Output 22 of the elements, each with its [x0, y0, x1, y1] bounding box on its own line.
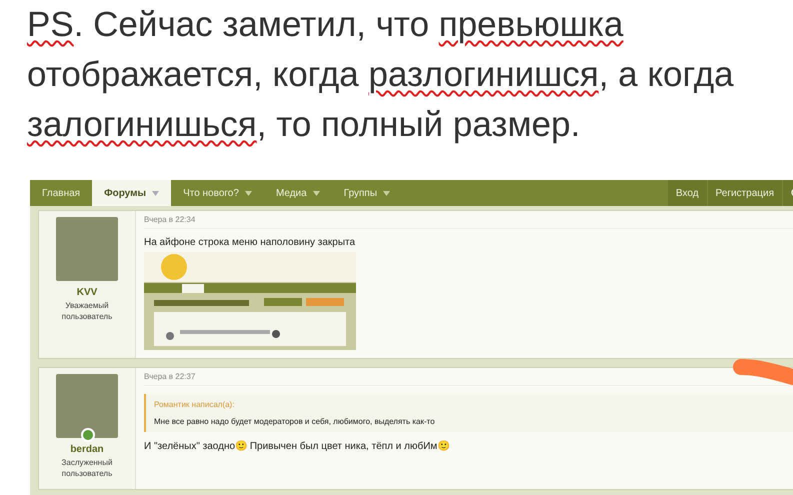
- marker-stroke: [733, 357, 793, 387]
- note-text-line: PS. Сейчас заметил, что превьюшка: [27, 4, 624, 46]
- note-text-line: залогинишься, то полный размер.: [27, 104, 582, 146]
- post-time: Вчера в 22:37: [144, 372, 793, 386]
- post-text: На айфоне строка меню наполовину закрыта: [144, 237, 356, 248]
- user-title: Уважаемый пользователь: [60, 300, 114, 322]
- avatar-photo-placeholder: [56, 217, 118, 281]
- quote-text: Мне все равно надо будет модераторов и себя, любимого, выделять как-то: [154, 417, 436, 426]
- post-text: И "зелёных" заодно🙂 Привычен был цвет ника, тёпл и любИм🙂: [144, 440, 450, 452]
- note-text-line: отображается, когда разлогинишся, а когда: [27, 54, 735, 96]
- username[interactable]: berdan: [70, 444, 104, 455]
- nav-tab[interactable]: Что нового?: [171, 180, 264, 206]
- user-title: Заслуженный пользователь: [60, 457, 114, 479]
- post-time: Вчера в 22:34: [144, 215, 793, 229]
- nav-tab[interactable]: Форумы: [92, 180, 172, 206]
- username[interactable]: KVV: [76, 287, 98, 298]
- account-link[interactable]: Регистрация: [706, 180, 782, 206]
- nav-tab[interactable]: Медиа: [264, 180, 332, 206]
- account-link[interactable]: Вход: [666, 180, 707, 206]
- quote-author[interactable]: Романтик написал(а):: [154, 400, 785, 409]
- nav-tab[interactable]: Главная: [30, 180, 92, 206]
- nav-tab[interactable]: Группы: [332, 180, 402, 206]
